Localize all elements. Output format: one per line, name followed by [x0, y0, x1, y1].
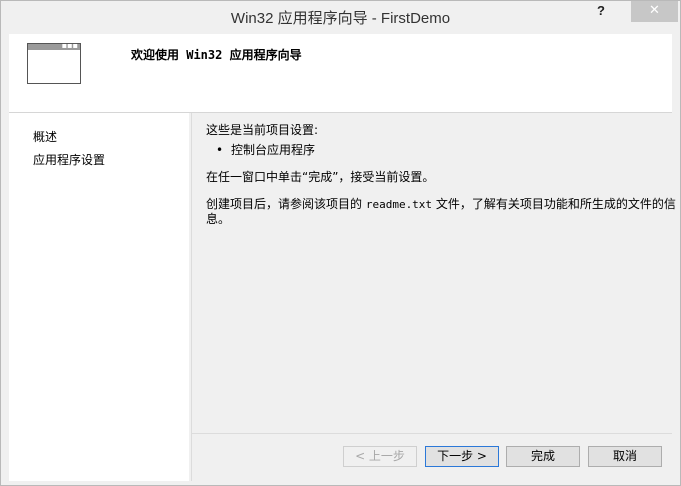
- title-bar[interactable]: Win32 应用程序向导 - FirstDemo ? ✕: [1, 1, 680, 33]
- wizard-header: ▪▪▪ 欢迎使用 Win32 应用程序向导: [9, 34, 672, 112]
- finish-button[interactable]: 完成: [506, 446, 580, 467]
- footer-divider: [191, 433, 672, 434]
- wizard-sidebar: 概述 应用程序设置: [9, 113, 189, 481]
- window-title: Win32 应用程序向导 - FirstDemo: [230, 10, 451, 27]
- settings-intro: 这些是当前项目设置:: [206, 123, 319, 137]
- close-icon: ✕: [649, 3, 660, 18]
- readme-hint-before: 创建项目后，请参阅该项目的: [206, 197, 366, 211]
- page-title: 欢迎使用 Win32 应用程序向导: [131, 48, 302, 62]
- finish-hint: 在任一窗口中单击“完成”，接受当前设置。: [206, 170, 435, 184]
- readme-filename: readme.txt: [365, 198, 433, 211]
- settings-list-item: • 控制台应用程序: [216, 143, 315, 157]
- help-button[interactable]: ?: [585, 1, 617, 23]
- window-icon: ▪▪▪: [27, 41, 81, 84]
- setting-value: 控制台应用程序: [231, 143, 316, 157]
- sidebar-item-application-settings[interactable]: 应用程序设置: [33, 151, 105, 168]
- wizard-window: Win32 应用程序向导 - FirstDemo ? ✕ ▪▪▪ 欢迎使用 Wi…: [0, 0, 681, 486]
- window-icon-controls: ▪▪▪: [61, 41, 78, 50]
- next-button[interactable]: 下一步 >: [425, 446, 499, 467]
- bullet-icon: •: [216, 143, 224, 157]
- close-button[interactable]: ✕: [631, 1, 678, 22]
- sidebar-item-overview[interactable]: 概述: [33, 128, 57, 145]
- cancel-button[interactable]: 取消: [588, 446, 662, 467]
- readme-hint: 创建项目后，请参阅该项目的 readme.txt 文件，了解有关项目功能和所生成…: [206, 197, 676, 226]
- sidebar-divider: [191, 113, 192, 481]
- previous-button[interactable]: < 上一步: [343, 446, 417, 467]
